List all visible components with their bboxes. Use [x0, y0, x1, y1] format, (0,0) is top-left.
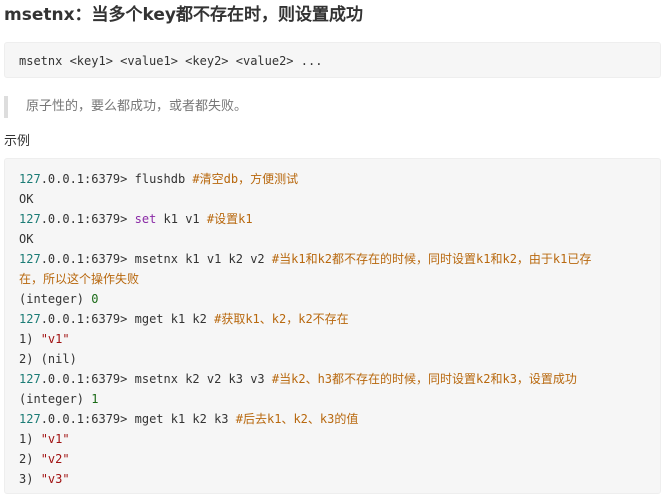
command-comment: #后去k1、k2、k3的值	[235, 412, 359, 426]
example-label: 示例	[4, 134, 31, 149]
prompt-address: .0.0.1:6379>	[40, 252, 128, 266]
command-text: msetnx k1 v1 k2 v2	[127, 252, 272, 266]
code-line: (integer) 1	[19, 389, 646, 409]
output-text: (integer)	[19, 392, 92, 406]
prompt: 127.0.0.1:6379>	[19, 412, 127, 426]
command-comment: #清空db，方便测试	[192, 172, 299, 186]
command-comment: 在，所以这个操作失败	[19, 272, 140, 286]
output-text: 3)	[19, 472, 41, 486]
command-text: mget k1 k2 k3	[127, 412, 236, 426]
command-text: flushdb	[127, 172, 193, 186]
output-text: 2) (nil)	[19, 352, 77, 366]
prompt-address: .0.0.1:6379>	[40, 172, 128, 186]
code-line: 2) (nil)	[19, 349, 646, 369]
page: msetnx：当多个key都不存在时，则设置成功 msetnx <key1> <…	[0, 0, 665, 501]
code-line: 127.0.0.1:6379> mget k1 k2 k3 #后去k1、k2、k…	[19, 409, 646, 429]
section-heading: msetnx：当多个key都不存在时，则设置成功	[4, 5, 364, 25]
code-line: 127.0.0.1:6379> set k1 v1 #设置k1	[19, 209, 646, 229]
output-text: 1)	[19, 332, 41, 346]
command-comment: #当k1和k2都不存在的时候，同时设置k1和k2，由于k1已存	[271, 252, 592, 266]
output-string: "v1"	[40, 332, 70, 346]
output-number: 1	[91, 392, 99, 406]
output-text: OK	[19, 192, 34, 206]
code-line: 在，所以这个操作失败	[19, 269, 646, 289]
prompt: 127.0.0.1:6379>	[19, 252, 127, 266]
prompt: 127.0.0.1:6379>	[19, 172, 127, 186]
note-text: 原子性的，要么都成功，或者都失败。	[26, 99, 248, 114]
code-line: 127.0.0.1:6379> flushdb #清空db，方便测试	[19, 169, 646, 189]
prompt-ip: 127	[19, 212, 41, 226]
prompt-ip: 127	[19, 412, 41, 426]
code-line: (integer) 0	[19, 289, 646, 309]
prompt-ip: 127	[19, 172, 41, 186]
command-text: mget k1 k2	[127, 312, 215, 326]
command-comment: #获取k1、k2，k2不存在	[214, 312, 349, 326]
command-comment: #设置k1	[206, 212, 253, 226]
prompt-ip: 127	[19, 252, 41, 266]
syntax-line: msetnx <key1> <value1> <key2> <value2> .…	[19, 54, 323, 68]
command-text: k1 v1	[156, 212, 207, 226]
syntax-code-block: msetnx <key1> <value1> <key2> <value2> .…	[4, 42, 661, 78]
code-line: 3) "v3"	[19, 469, 646, 489]
code-line: 127.0.0.1:6379> msetnx k1 v1 k2 v2 #当k1和…	[19, 249, 646, 269]
code-line: OK	[19, 189, 646, 209]
output-string: "v3"	[40, 472, 70, 486]
code-line: OK	[19, 229, 646, 249]
output-text: 2)	[19, 452, 41, 466]
output-string: "v2"	[40, 452, 70, 466]
output-text: 1)	[19, 432, 41, 446]
command-keyword: set	[134, 212, 157, 226]
example-code-block: 127.0.0.1:6379> flushdb #清空db，方便测试 OK 127.…	[4, 158, 661, 494]
prompt-address: .0.0.1:6379>	[40, 212, 128, 226]
output-text: (integer)	[19, 292, 92, 306]
prompt: 127.0.0.1:6379>	[19, 212, 127, 226]
prompt-address: .0.0.1:6379>	[40, 372, 128, 386]
output-text: OK	[19, 232, 34, 246]
code-line: 1) "v1"	[19, 329, 646, 349]
prompt-ip: 127	[19, 372, 41, 386]
prompt: 127.0.0.1:6379>	[19, 372, 127, 386]
output-string: "v1"	[40, 432, 70, 446]
note-blockquote: 原子性的，要么都成功，或者都失败。	[4, 96, 661, 118]
output-number: 0	[91, 292, 99, 306]
code-line: 1) "v1"	[19, 429, 646, 449]
command-text: msetnx k2 v2 k3 v3	[127, 372, 272, 386]
code-line: 127.0.0.1:6379> msetnx k2 v2 k3 v3 #当k2、…	[19, 369, 646, 389]
prompt-address: .0.0.1:6379>	[40, 312, 128, 326]
code-line: 2) "v2"	[19, 449, 646, 469]
prompt-address: .0.0.1:6379>	[40, 412, 128, 426]
code-line: 127.0.0.1:6379> mget k1 k2 #获取k1、k2，k2不存…	[19, 309, 646, 329]
prompt: 127.0.0.1:6379>	[19, 312, 127, 326]
command-comment: #当k2、h3都不存在的时候，同时设置k2和k3，设置成功	[271, 372, 577, 386]
prompt-ip: 127	[19, 312, 41, 326]
